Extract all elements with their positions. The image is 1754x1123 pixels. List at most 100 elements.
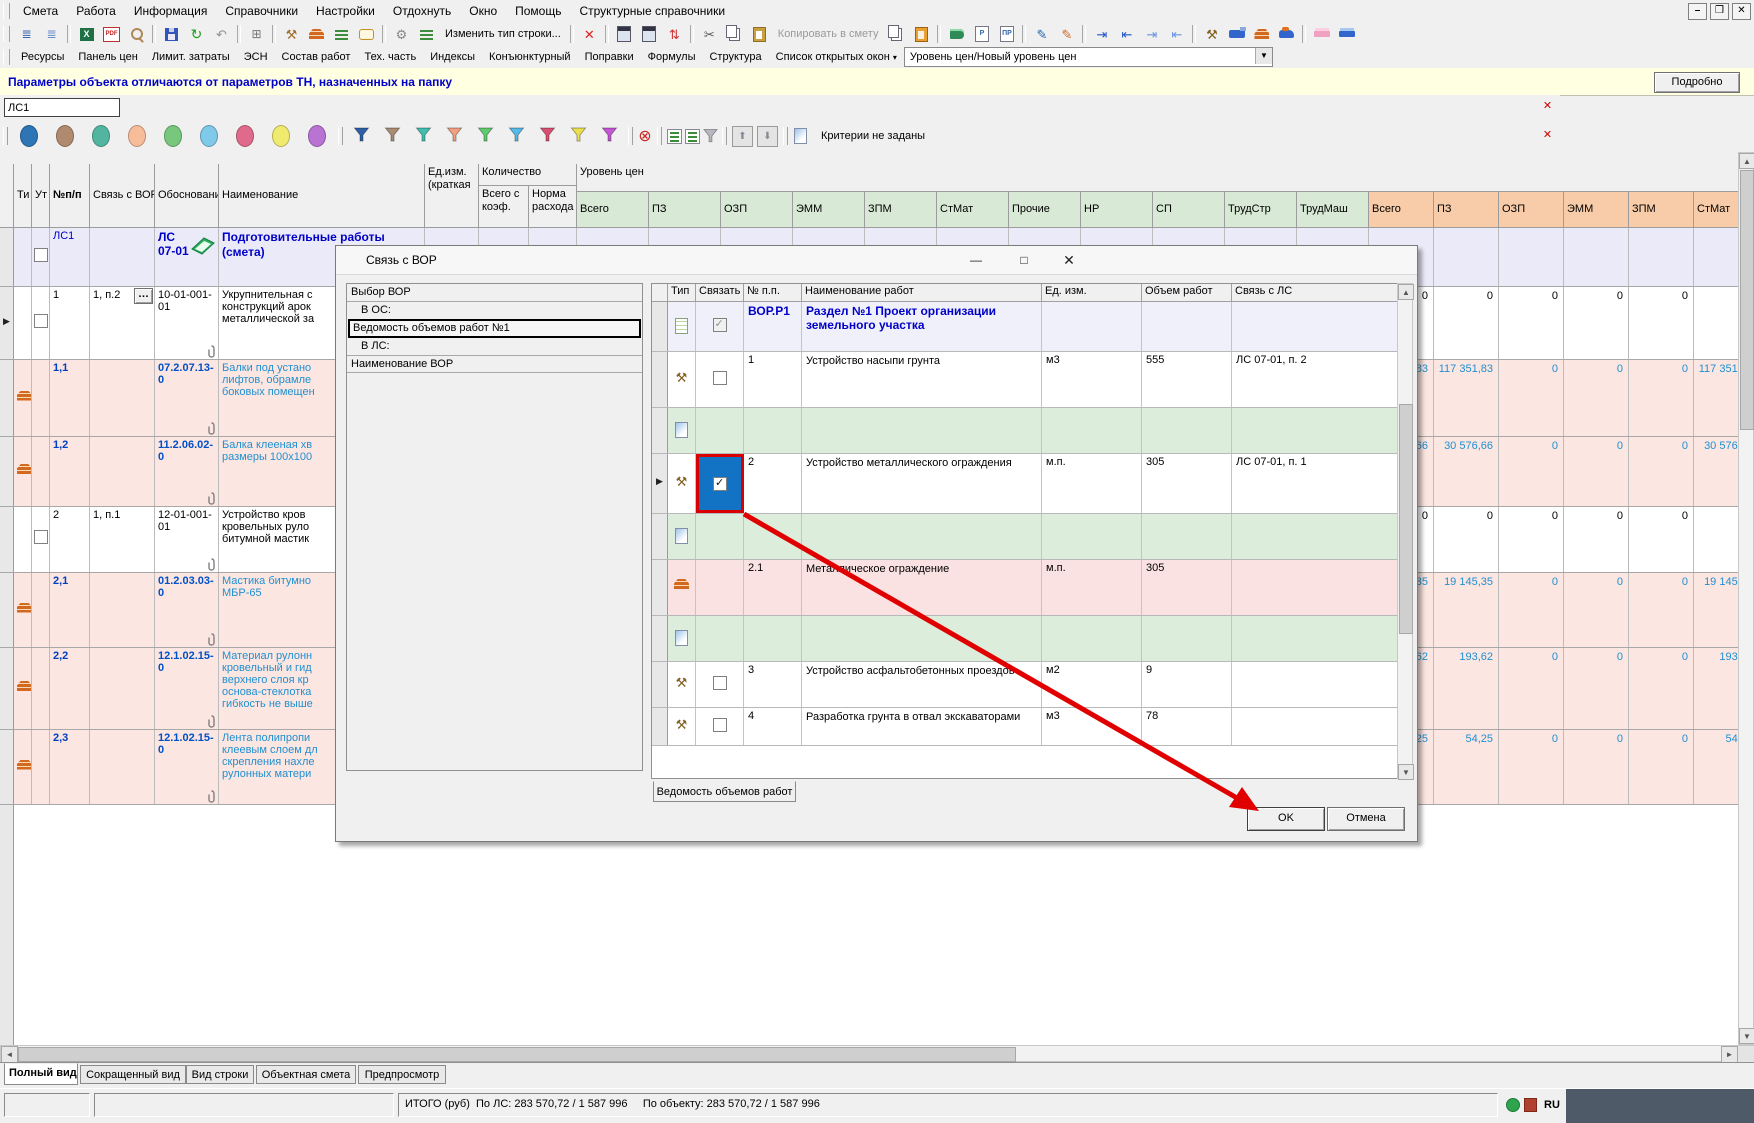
scroll-down-button[interactable]: ▼ (1739, 1028, 1754, 1044)
undo-button[interactable]: ↶ (209, 22, 234, 46)
calculator-button[interactable] (612, 22, 637, 46)
dialog-table-row[interactable] (652, 514, 1398, 560)
menu-item-2[interactable]: Работа (67, 1, 125, 21)
panel-button-6[interactable]: Тех. часть (357, 48, 423, 66)
maximize-button[interactable]: ❒ (1710, 3, 1729, 20)
toolbar-grip[interactable] (3, 3, 10, 19)
menu-item-7[interactable]: Окно (460, 1, 506, 21)
unlock-cell-button[interactable]: ⊞ (244, 22, 269, 46)
cut-button[interactable]: ✂ (697, 22, 722, 46)
move-up-button[interactable]: ⬆ (732, 126, 753, 147)
filter-funnel-7[interactable] (539, 127, 556, 146)
minimize-button[interactable]: – (1688, 3, 1707, 20)
scroll-down-button[interactable]: ▼ (1398, 764, 1414, 780)
outdent-right-button[interactable]: ⇥ (1139, 22, 1164, 46)
add-material-button[interactable] (304, 22, 329, 46)
book-blue-button[interactable] (1334, 22, 1359, 46)
filter-circle-9[interactable] (308, 125, 326, 147)
filter-circle-8[interactable] (272, 125, 290, 147)
link-checkbox[interactable] (713, 676, 727, 690)
doc-p-button[interactable]: P (969, 22, 994, 46)
filter-funnel-gray-icon[interactable] (701, 127, 719, 145)
add-row-button[interactable] (329, 22, 354, 46)
approve-checkbox[interactable] (34, 314, 48, 328)
toolbar-grip[interactable] (3, 127, 8, 145)
menu-item-3[interactable]: Информация (125, 1, 216, 21)
add-work-button[interactable]: ⚒ (279, 22, 304, 46)
edit-row-button[interactable]: ✎ (1029, 22, 1054, 46)
details-button[interactable]: Подробно (1654, 72, 1740, 93)
machine-button[interactable]: ⚙ (389, 22, 414, 46)
menu-item-6[interactable]: Отдохнуть (384, 1, 460, 21)
scroll-thumb[interactable] (18, 1047, 1016, 1062)
clear-filter-icon[interactable]: ⊗ (636, 127, 654, 145)
panel-button-10[interactable]: Формулы (641, 48, 703, 66)
filter-circle-6[interactable] (200, 125, 218, 147)
cancel-button[interactable]: Отмена (1327, 807, 1405, 831)
dialog-title-bar[interactable]: Связь с ВОР — □ ✕ (336, 246, 1417, 275)
filter-funnel-2[interactable] (384, 127, 401, 146)
copy-doc-button[interactable] (884, 22, 909, 46)
panel-button-2[interactable]: Панель цен (71, 48, 144, 66)
filter-funnel-3[interactable] (415, 127, 432, 146)
recalc-button[interactable] (637, 22, 662, 46)
dialog-table-row[interactable]: 2.1Металлическое ограждением.п.305 (652, 560, 1398, 616)
filter-funnel-8[interactable] (570, 127, 587, 146)
filter-circle-5[interactable] (164, 125, 182, 147)
add-comment-button[interactable] (354, 22, 379, 46)
menu-item-8[interactable]: Помощь (506, 1, 570, 21)
doc-pr-button[interactable]: ПР (994, 22, 1019, 46)
approve-checkbox[interactable] (34, 248, 48, 262)
filter-circle-4[interactable] (128, 125, 146, 147)
chevron-down-icon[interactable]: ▼ (1255, 48, 1272, 64)
open-windows-dropdown[interactable]: Список открытых окон ▾ (769, 48, 904, 66)
scroll-thumb[interactable] (1740, 170, 1754, 430)
filter-funnel-1[interactable] (353, 127, 370, 146)
menu-item-9[interactable]: Структурные справочники (570, 1, 734, 21)
indent-left-button[interactable]: ⇤ (1114, 22, 1139, 46)
save-button[interactable] (159, 22, 184, 46)
dialog-table-row[interactable]: ▶⚒2Устройство металлического ограждениям… (652, 454, 1398, 514)
panel-button-3[interactable]: Лимит. затраты (145, 48, 237, 66)
filter-funnel-5[interactable] (477, 127, 494, 146)
filter-circle-3[interactable] (92, 125, 110, 147)
tab-vor-sheet[interactable]: Ведомость объемов работ (653, 781, 796, 802)
bricks-button[interactable] (1249, 22, 1274, 46)
vertical-scrollbar[interactable]: ▲▼ (1738, 152, 1754, 1045)
language-indicator[interactable]: RU (1540, 1095, 1564, 1115)
vor-link-button[interactable]: … (134, 288, 153, 304)
filter-funnel-9[interactable] (601, 127, 618, 146)
pdf-button[interactable]: PDF (99, 22, 124, 46)
scroll-right-button[interactable]: ► (1721, 1046, 1738, 1063)
panel-button-5[interactable]: Состав работ (275, 48, 358, 66)
outdent-left-button[interactable]: ⇤ (1164, 22, 1189, 46)
panel-button-7[interactable]: Индексы (423, 48, 482, 66)
dialog-table-row[interactable]: ⚒1Устройство насыпи грунтам3555ЛС 07-01,… (652, 352, 1398, 408)
panel-button-11[interactable]: Структура (702, 48, 768, 66)
menu-item-1[interactable]: Смета (14, 1, 67, 21)
panel-button-9[interactable]: Поправки (578, 48, 641, 66)
toolbar-grip[interactable] (3, 26, 10, 42)
panel-button-4[interactable]: ЭСН (237, 48, 275, 66)
link-checkbox[interactable] (713, 718, 727, 732)
filter-funnel-4[interactable] (446, 127, 463, 146)
filter-checklist-icon[interactable] (665, 127, 683, 145)
filter-circle-2[interactable] (56, 125, 74, 147)
price-level-combo[interactable]: Уровень цен/Новый уровень цен▼ (904, 47, 1273, 67)
truck-button[interactable] (1224, 22, 1249, 46)
menu-item-5[interactable]: Настройки (307, 1, 384, 21)
car-button[interactable] (1274, 22, 1299, 46)
scroll-up-button[interactable]: ▲ (1398, 284, 1414, 300)
dialog-table-row[interactable]: ВОР.Р1Раздел №1 Проект организации земел… (652, 302, 1398, 352)
indent-right-button[interactable]: ⇥ (1089, 22, 1114, 46)
dialog-scrollbar[interactable]: ▲▼ (1397, 283, 1413, 779)
panel-button-8[interactable]: Конъюнктурный (482, 48, 578, 66)
book-settings-button[interactable] (944, 22, 969, 46)
book-pink-button[interactable] (1309, 22, 1334, 46)
delete-button[interactable]: ✕ (577, 22, 602, 46)
copy-button[interactable] (722, 22, 747, 46)
filter-circle-1[interactable] (20, 125, 38, 147)
close-quickfind-icon[interactable]: ✕ (1540, 99, 1555, 114)
paste-doc-button[interactable] (909, 22, 934, 46)
toolbar-grip[interactable] (3, 49, 10, 65)
